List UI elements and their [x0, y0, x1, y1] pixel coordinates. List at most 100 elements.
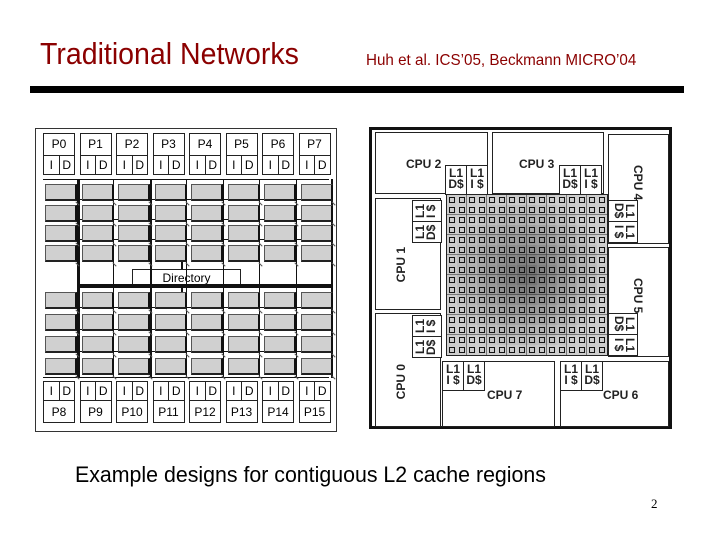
l2-cache-bank: [447, 255, 457, 265]
processor-label: P3: [161, 137, 176, 151]
l1-dcache: D: [277, 156, 294, 174]
l1-dcache: D: [168, 156, 184, 174]
l1-cache-i: L1 I $: [412, 315, 442, 337]
bank-square-icon: [469, 297, 475, 303]
l2-cache-bank: [507, 315, 517, 325]
l2-cache-bank: [507, 195, 517, 205]
l2-cache-bank: [191, 314, 223, 331]
bank-square-icon: [449, 217, 455, 223]
bank-square-icon: [469, 227, 475, 233]
bank-square-icon: [529, 307, 535, 313]
bank-square-icon: [599, 337, 605, 343]
l1-icache: I: [232, 158, 236, 172]
bank-square-icon: [459, 337, 465, 343]
bank-square-icon: [529, 297, 535, 303]
l2-cache-bank: [547, 315, 557, 325]
l1-cache-row: ID: [80, 382, 111, 401]
bank-square-icon: [509, 327, 515, 333]
l1-cache-d: L1 D$: [608, 200, 638, 222]
processor-p11: P11 I D: [152, 381, 185, 423]
bank-square-icon: [499, 257, 505, 263]
l1-cache-i: L1 I $: [442, 361, 464, 391]
l2-cache-bank: [567, 215, 577, 225]
bank-square-icon: [549, 217, 555, 223]
l1-cache-row: ID: [263, 155, 293, 174]
bank-square-icon: [589, 197, 595, 203]
bank-square-icon: [529, 267, 535, 273]
l1-icache: I: [49, 158, 53, 172]
l1-icache: I: [86, 384, 90, 398]
bank-square-icon: [569, 327, 575, 333]
l2-cache-bank: [264, 358, 296, 375]
l1-cache-row: ID: [299, 382, 330, 401]
bank-square-icon: [599, 287, 605, 293]
bank-square-icon: [579, 337, 585, 343]
l2-cache-bank: [487, 235, 497, 245]
l1-type: D$: [448, 177, 464, 191]
l2-cache-bank: [567, 345, 577, 355]
bank-square-icon: [469, 327, 475, 333]
bank-square-icon: [529, 247, 535, 253]
bank-square-icon: [529, 207, 535, 213]
l2-cache-bank: [507, 345, 517, 355]
bank-square-icon: [559, 307, 565, 313]
bank-square-icon: [559, 257, 565, 263]
l2-cache-bank: [81, 245, 114, 262]
bank-square-icon: [569, 257, 575, 263]
bank-square-icon: [549, 207, 555, 213]
l1-icache: I: [195, 384, 199, 398]
bank-square-icon: [479, 337, 485, 343]
cpu7-label: CPU 7: [487, 388, 523, 402]
bank-square-icon: [459, 277, 465, 283]
bank-square-icon: [569, 287, 575, 293]
l2-cache-bank: [487, 335, 497, 345]
l1-type: D$: [612, 203, 626, 219]
bank-square-icon: [509, 247, 515, 253]
l1-type: I $: [470, 177, 484, 191]
l2-cache-bank: [447, 235, 457, 245]
bank-square-icon: [559, 217, 565, 223]
bank-square-icon: [569, 297, 575, 303]
bank-square-icon: [469, 237, 475, 243]
bank-square-icon: [519, 207, 525, 213]
bank-square-icon: [599, 247, 605, 253]
l1-cache-row: ID: [263, 382, 293, 401]
l1-dcache: D: [58, 156, 75, 174]
l2-cache-bank: [527, 195, 537, 205]
l1-cache-row: ID: [190, 155, 220, 174]
bank-square-icon: [459, 197, 465, 203]
processor-label: P15: [303, 405, 326, 419]
mesh-link: [447, 294, 607, 295]
l2-cache-bank: [300, 292, 333, 309]
slide-subtitle: Huh et al. ICS’05, Beckmann MICRO’04: [366, 52, 637, 69]
l2-cache-bank: [467, 255, 477, 265]
l2-cache-bank: [507, 295, 517, 305]
cpu4-label: CPU 4: [631, 165, 645, 201]
l2-cache-bank: [154, 358, 187, 375]
bank-square-icon: [549, 297, 555, 303]
cpu3-label: CPU 3: [519, 157, 555, 171]
bank-square-icon: [589, 347, 595, 353]
bank-square-icon: [599, 217, 605, 223]
l2-cache-bank: [587, 275, 597, 285]
slide-caption: Example designs for contiguous L2 cache …: [75, 462, 546, 487]
bank-square-icon: [529, 217, 535, 223]
l2-cache-bank: [507, 215, 517, 225]
bank-square-icon: [599, 327, 605, 333]
mesh-link: [447, 314, 607, 315]
l2-cache-bank: [45, 292, 77, 309]
bank-square-icon: [569, 307, 575, 313]
bank-square-icon: [459, 217, 465, 223]
l1-dcache: D: [314, 382, 330, 400]
bank-square-icon: [599, 297, 605, 303]
bank-square-icon: [549, 257, 555, 263]
bank-square-icon: [559, 337, 565, 343]
bank-square-icon: [459, 237, 465, 243]
cpu2-label: CPU 2: [406, 157, 442, 171]
processor-p12: P12 I D: [189, 381, 221, 423]
bank-square-icon: [489, 217, 495, 223]
bank-square-icon: [449, 337, 455, 343]
l2-cache-bank: [81, 336, 114, 353]
bank-square-icon: [509, 197, 515, 203]
processor-label: P0: [51, 137, 67, 151]
